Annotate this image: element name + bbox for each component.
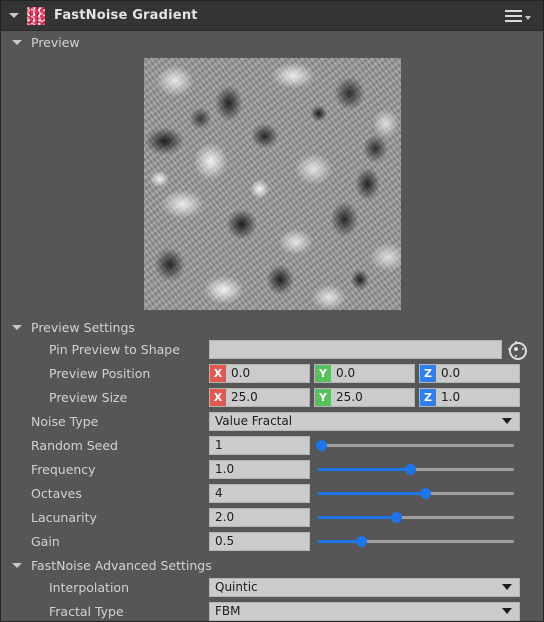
hamburger-menu-button[interactable] (499, 6, 537, 26)
axis-badge-x: X (210, 364, 226, 382)
frequency-slider[interactable] (318, 460, 514, 479)
gain-input[interactable]: 0.5 (209, 531, 310, 551)
slider-knob[interactable] (420, 487, 432, 499)
row-noise-type: Noise Type Value Fractal (1, 410, 543, 432)
preview-size-x-value: 25.0 (231, 390, 258, 404)
label-preview-size: Preview Size (49, 389, 128, 405)
fractal-type-dropdown[interactable]: FBM (209, 601, 520, 621)
label-octaves: Octaves (31, 485, 82, 501)
preview-size-z-value: 1.0 (441, 390, 461, 404)
axis-badge-x: X (210, 388, 226, 406)
row-gain: Gain 0.5 (1, 530, 543, 552)
panel-body: Preview Preview Settings Pin Preview to … (1, 31, 543, 621)
axis-badge-y: Y (315, 364, 331, 382)
window-title: FastNoise Gradient (54, 8, 198, 23)
window-collapse-triangle-icon[interactable] (9, 13, 19, 18)
axis-badge-z: Z (420, 364, 436, 382)
axis-badge-y: Y (315, 388, 331, 406)
preview-size-z[interactable]: Z 1.0 (419, 387, 520, 407)
label-noise-type: Noise Type (31, 413, 99, 429)
slider-track (318, 443, 514, 447)
slider-knob[interactable] (316, 439, 328, 451)
chevron-down-icon (502, 608, 512, 614)
label-interpolation: Interpolation (49, 579, 129, 595)
slider-fill (318, 467, 411, 471)
section-header-preview-settings[interactable]: Preview Settings (1, 316, 543, 338)
section-header-advanced-settings[interactable]: FastNoise Advanced Settings (1, 554, 543, 576)
disclosure-triangle-icon[interactable] (12, 562, 22, 568)
row-preview-size: Preview Size X 25.0 Y 25.0 Z 1.0 (1, 386, 543, 408)
random-seed-input[interactable]: 1 (209, 435, 310, 455)
label-pin-preview-to-shape: Pin Preview to Shape (49, 341, 180, 357)
preview-position-y[interactable]: Y 0.0 (314, 363, 415, 383)
row-preview-position: Preview Position X 0.0 Y 0.0 Z 0.0 (1, 362, 543, 384)
fractal-type-value: FBM (215, 604, 241, 618)
chevron-down-icon (502, 418, 512, 424)
preview-position-y-value: 0.0 (336, 366, 356, 380)
row-random-seed: Random Seed 1 (1, 434, 543, 456)
lacunarity-input[interactable]: 2.0 (209, 507, 310, 527)
lacunarity-slider[interactable] (318, 508, 514, 527)
label-frequency: Frequency (31, 461, 96, 477)
disclosure-triangle-icon[interactable] (12, 39, 22, 45)
row-interpolation: Interpolation Quintic (1, 576, 543, 598)
section-title-preview: Preview (31, 34, 80, 50)
target-picker-icon[interactable] (507, 340, 527, 360)
axis-badge-z: Z (420, 388, 436, 406)
octaves-input[interactable]: 4 (209, 483, 310, 503)
label-random-seed: Random Seed (31, 437, 118, 453)
section-title-preview-settings: Preview Settings (31, 319, 135, 335)
random-seed-slider[interactable] (316, 436, 514, 455)
noise-preview-image (143, 58, 401, 310)
row-pin-preview-to-shape: Pin Preview to Shape (1, 338, 543, 360)
section-title-advanced-settings: FastNoise Advanced Settings (31, 557, 212, 573)
slider-fill (318, 539, 362, 543)
preview-position-z-value: 0.0 (441, 366, 461, 380)
noise-type-dropdown[interactable]: Value Fractal (209, 411, 520, 431)
chevron-down-icon (502, 584, 512, 590)
disclosure-triangle-icon[interactable] (12, 324, 22, 330)
fastnoise-gradient-window: FastNoise Gradient Preview Preview Setti… (0, 0, 544, 622)
pin-preview-input[interactable] (209, 339, 502, 359)
slider-fill (318, 515, 397, 519)
interpolation-dropdown[interactable]: Quintic (209, 577, 520, 597)
label-lacunarity: Lacunarity (31, 509, 97, 525)
preview-position-x-value: 0.0 (231, 366, 251, 380)
preview-position-z[interactable]: Z 0.0 (419, 363, 520, 383)
gain-slider[interactable] (318, 532, 514, 551)
preview-position-x[interactable]: X 0.0 (209, 363, 310, 383)
octaves-slider[interactable] (318, 484, 514, 503)
row-octaves: Octaves 4 (1, 482, 543, 504)
row-lacunarity: Lacunarity 2.0 (1, 506, 543, 528)
slider-knob[interactable] (355, 535, 367, 547)
row-frequency: Frequency 1.0 (1, 458, 543, 480)
slider-knob[interactable] (390, 511, 402, 523)
preview-size-y-value: 25.0 (336, 390, 363, 404)
preview-size-vector: X 25.0 Y 25.0 Z 1.0 (209, 387, 520, 407)
hamburger-menu-icon (505, 9, 522, 22)
slider-knob[interactable] (404, 463, 416, 475)
chevron-down-icon (525, 16, 531, 20)
label-gain: Gain (31, 533, 60, 549)
preview-position-vector: X 0.0 Y 0.0 Z 0.0 (209, 363, 520, 383)
slider-fill (318, 491, 426, 495)
preview-size-y[interactable]: Y 25.0 (314, 387, 415, 407)
preview-size-x[interactable]: X 25.0 (209, 387, 310, 407)
section-header-preview[interactable]: Preview (1, 31, 543, 53)
row-fractal-type: Fractal Type FBM (1, 600, 543, 621)
label-preview-position: Preview Position (49, 365, 151, 381)
preview-image-container (1, 53, 543, 316)
noise-texture-icon (27, 6, 45, 25)
frequency-input[interactable]: 1.0 (209, 459, 310, 479)
noise-type-value: Value Fractal (215, 414, 293, 428)
label-fractal-type: Fractal Type (49, 603, 124, 619)
window-titlebar: FastNoise Gradient (1, 1, 543, 31)
interpolation-value: Quintic (215, 580, 258, 594)
